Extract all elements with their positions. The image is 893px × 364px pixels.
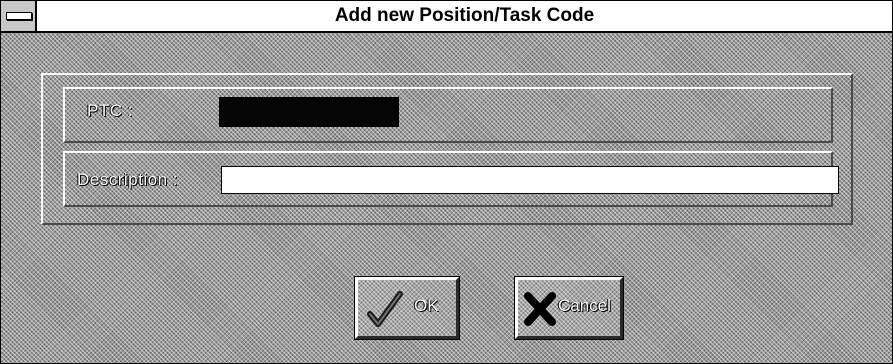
system-menu-icon <box>6 12 32 20</box>
ptc-group <box>63 87 833 143</box>
ok-button-label: OK <box>414 296 439 315</box>
cancel-button-label: Cancel <box>558 296 611 315</box>
checkmark-icon <box>367 291 403 327</box>
system-menu-button[interactable] <box>1 1 37 31</box>
cancel-button[interactable]: Cancel <box>514 276 624 340</box>
title-bar[interactable]: Add new Position/Task Code <box>1 1 892 33</box>
description-input[interactable] <box>221 166 839 194</box>
x-icon <box>524 292 556 326</box>
dialog-window: Add new Position/Task Code PTC : Descrip… <box>0 0 893 364</box>
ptc-input[interactable] <box>219 97 399 127</box>
ptc-label: PTC : <box>87 101 133 120</box>
description-label: Description : <box>77 170 178 189</box>
ok-button[interactable]: OK <box>354 276 460 340</box>
dialog-title: Add new Position/Task Code <box>334 5 595 26</box>
